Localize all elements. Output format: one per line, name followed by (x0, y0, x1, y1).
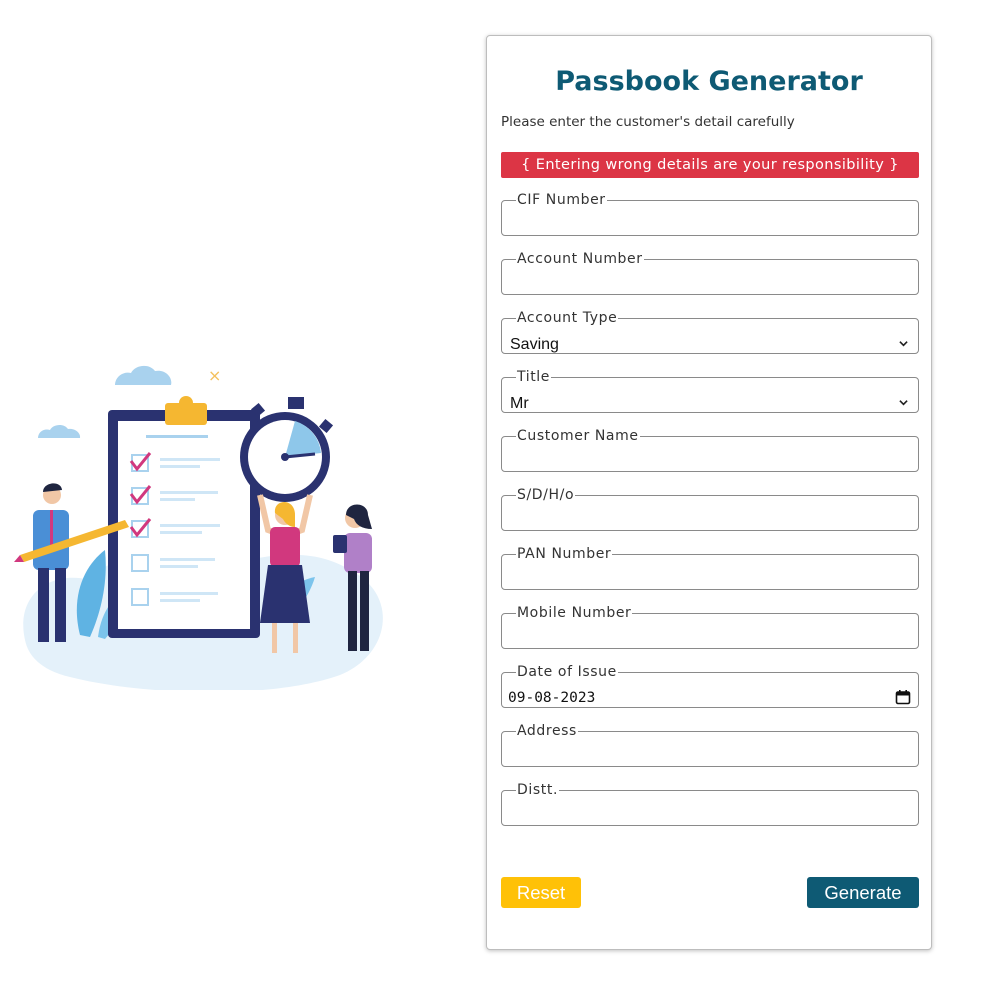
account-type-value: Saving (510, 336, 559, 353)
cif-number-label: CIF Number (517, 192, 606, 208)
pan-number-field[interactable]: PAN Number (501, 546, 919, 590)
account-type-select[interactable]: Account Type Saving (501, 310, 919, 354)
date-of-issue-label: Date of Issue (517, 664, 617, 680)
district-label: Distt. (517, 782, 558, 798)
title-label: Title (517, 369, 551, 385)
relation-name-label: S/D/H/o (517, 487, 575, 503)
checklist-illustration: × (14, 365, 383, 690)
form-subtitle: Please enter the customer's detail caref… (501, 114, 795, 130)
relation-name-field[interactable]: S/D/H/o (501, 487, 919, 531)
district-field[interactable]: Distt. (501, 782, 919, 826)
date-of-issue-field[interactable]: Date of Issue 09-08-2023 (501, 664, 919, 708)
customer-name-field[interactable]: Customer Name (501, 428, 919, 472)
reset-button[interactable]: Reset (501, 877, 581, 908)
svg-text:×: × (208, 366, 221, 385)
mobile-number-field[interactable]: Mobile Number (501, 605, 919, 649)
title-select[interactable]: Title Mr (501, 369, 919, 413)
chevron-down-icon (899, 341, 908, 347)
date-of-issue-value: 09-08-2023 (508, 690, 596, 706)
cif-number-field[interactable]: CIF Number (501, 192, 919, 236)
account-type-label: Account Type (517, 310, 618, 326)
chevron-down-icon (899, 400, 908, 406)
address-label: Address (517, 723, 577, 739)
mobile-number-label: Mobile Number (517, 605, 632, 621)
calendar-icon[interactable] (895, 689, 911, 705)
passbook-form-card: Passbook Generator Please enter the cust… (486, 35, 932, 950)
generate-button[interactable]: Generate (807, 877, 919, 908)
warning-banner: { Entering wrong details are your respon… (501, 152, 919, 178)
customer-name-label: Customer Name (517, 428, 639, 444)
form-title: Passbook Generator (555, 66, 863, 97)
account-number-field[interactable]: Account Number (501, 251, 919, 295)
account-number-label: Account Number (517, 251, 643, 267)
title-value: Mr (510, 395, 529, 412)
pan-number-label: PAN Number (517, 546, 612, 562)
address-field[interactable]: Address (501, 723, 919, 767)
